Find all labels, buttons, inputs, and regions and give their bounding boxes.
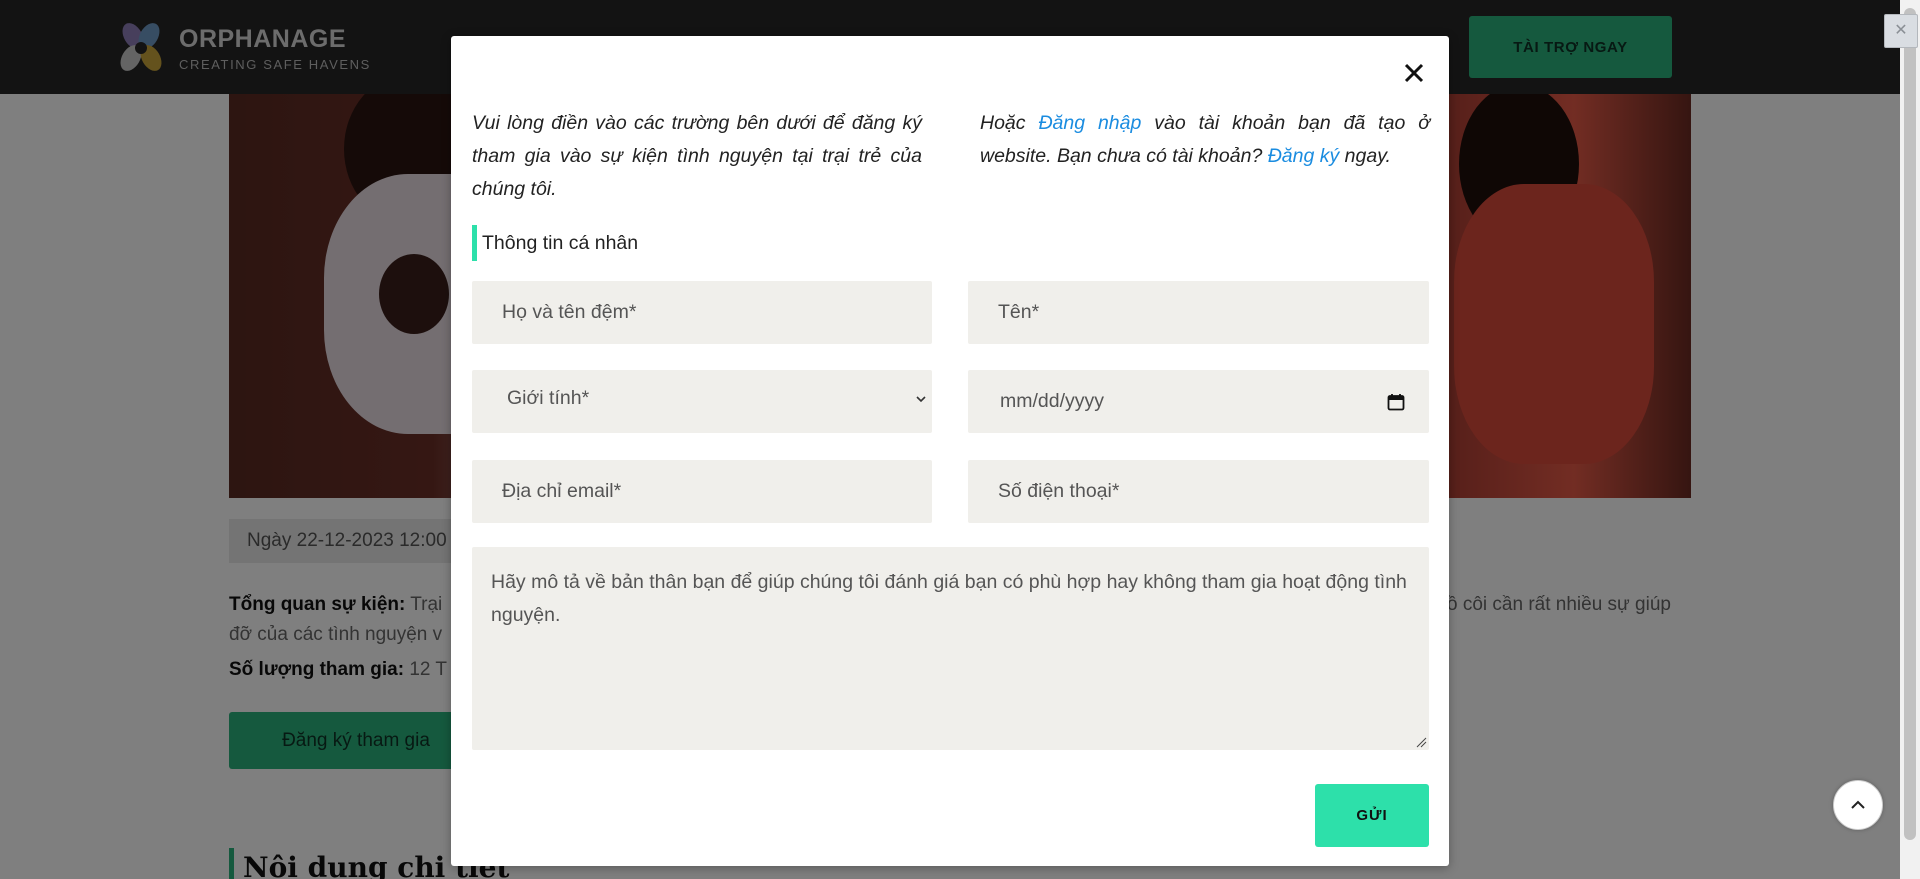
date-of-birth-field[interactable]: mm/dd/yyyy bbox=[968, 370, 1429, 433]
signup-link[interactable]: Đăng ký bbox=[1268, 145, 1340, 167]
volunteer-registration-modal: Vui lòng điền vào các trường bên dưới để… bbox=[451, 36, 1449, 866]
resize-handle-icon[interactable] bbox=[1415, 736, 1427, 748]
scrollbar-thumb[interactable] bbox=[1904, 8, 1916, 840]
login-prompt-prefix: Hoặc bbox=[980, 112, 1039, 134]
description-placeholder: Hãy mô tả về bản thân bạn để giúp chúng … bbox=[491, 571, 1407, 626]
self-description-textarea[interactable]: Hãy mô tả về bản thân bạn để giúp chúng … bbox=[472, 547, 1429, 750]
first-name-field[interactable]: Tên* bbox=[968, 281, 1429, 344]
login-prompt-suffix: ngay. bbox=[1339, 145, 1391, 167]
phone-field[interactable]: Số điện thoại* bbox=[968, 460, 1429, 523]
last-name-placeholder: Họ và tên đệm* bbox=[502, 301, 637, 323]
section-personal-info: Thông tin cá nhân bbox=[472, 225, 638, 261]
login-link[interactable]: Đăng nhập bbox=[1038, 112, 1141, 134]
email-field[interactable]: Địa chỉ email* bbox=[472, 460, 932, 523]
gender-select[interactable]: Giới tính* bbox=[472, 370, 932, 433]
submit-button[interactable]: GỬI bbox=[1315, 784, 1429, 847]
dob-placeholder: mm/dd/yyyy bbox=[1000, 390, 1105, 412]
extension-icon[interactable]: ✕ bbox=[1884, 14, 1918, 48]
close-button[interactable] bbox=[1398, 57, 1430, 89]
scroll-to-top-button[interactable] bbox=[1833, 780, 1883, 830]
email-placeholder: Địa chỉ email* bbox=[502, 480, 622, 502]
chevron-down-icon bbox=[916, 396, 926, 403]
chevron-up-icon bbox=[1851, 800, 1865, 809]
last-name-field[interactable]: Họ và tên đệm* bbox=[472, 281, 932, 344]
calendar-icon[interactable] bbox=[1387, 393, 1405, 411]
gender-placeholder: Giới tính* bbox=[507, 387, 590, 409]
close-icon bbox=[1404, 63, 1424, 83]
phone-placeholder: Số điện thoại* bbox=[998, 480, 1120, 502]
form-instructions: Vui lòng điền vào các trường bên dưới để… bbox=[472, 112, 922, 200]
first-name-placeholder: Tên* bbox=[998, 301, 1040, 323]
login-prompt: Hoặc Đăng nhập vào tài khoản bạn đã tạo … bbox=[980, 107, 1430, 173]
page-scrollbar[interactable] bbox=[1900, 0, 1920, 879]
